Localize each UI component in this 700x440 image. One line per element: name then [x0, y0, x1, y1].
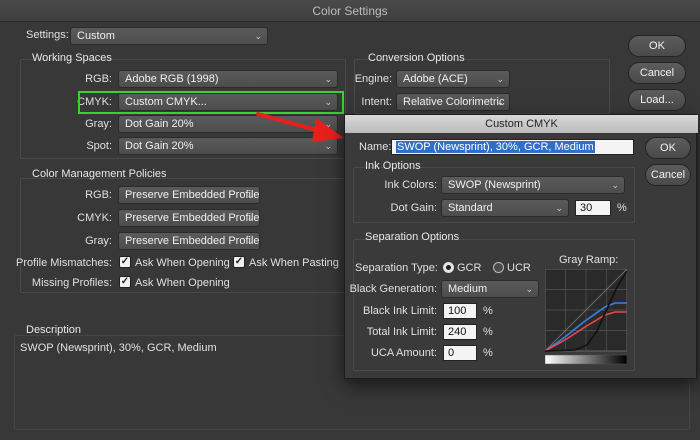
intent-label: Intent: [361, 96, 392, 108]
engine-value: Adobe (ACE) [403, 73, 468, 85]
ask-when-opening-missing-label: Ask When Opening [135, 277, 230, 289]
ask-when-opening-mismatch-checkbox[interactable]: ✓ [119, 256, 131, 268]
window-title: Color Settings [312, 4, 388, 18]
rgb-working-space-value: Adobe RGB (1998) [125, 73, 219, 85]
description-text: SWOP (Newsprint), 30%, GCR, Medium [20, 342, 217, 354]
policy-rgb-value: Preserve Embedded Profiles [125, 189, 260, 201]
gcr-label: GCR [457, 262, 482, 274]
spot-working-space-value: Dot Gain 20% [125, 140, 194, 152]
black-generation-label: Black Generation: [349, 283, 437, 295]
policy-gray-select[interactable]: Preserve Embedded Profiles ⌄ [118, 232, 260, 250]
uca-amount-percent: % [483, 347, 493, 359]
chevron-down-icon: ⌄ [246, 236, 254, 246]
gray-ramp-graph [545, 269, 627, 365]
conversion-options-title: Conversion Options [368, 52, 465, 64]
ask-when-opening-missing-checkbox[interactable]: ✓ [119, 276, 131, 288]
load-button[interactable]: Load... [628, 89, 686, 111]
total-ink-limit-input[interactable]: 240 [443, 324, 477, 340]
ask-when-pasting-checkbox[interactable]: ✓ [233, 256, 245, 268]
ask-when-pasting-label: Ask When Pasting [249, 257, 339, 269]
description-title: Description [26, 324, 82, 336]
policy-cmyk-value: Preserve Embedded Profiles [125, 212, 260, 224]
ok-button[interactable]: OK [628, 35, 686, 57]
intent-value: Relative Colorimetric [403, 96, 505, 108]
name-input-value: SWOP (Newsprint), 30%, GCR, Medium [396, 141, 595, 153]
chevron-down-icon: ⌄ [555, 203, 563, 213]
black-ink-limit-label: Black Ink Limit: [363, 305, 437, 317]
uca-amount-label: UCA Amount: [370, 347, 437, 359]
chevron-down-icon: ⌄ [496, 74, 504, 84]
dot-gain-percent: % [617, 202, 627, 214]
settings-select[interactable]: Custom ⌄ [70, 27, 268, 45]
policy-rgb-label: RGB: [85, 189, 112, 201]
rgb-label: RGB: [85, 73, 112, 85]
dot-gain-select[interactable]: Standard ⌄ [441, 199, 569, 217]
dot-gain-value: Standard [448, 202, 493, 214]
missing-profiles-label: Missing Profiles: [31, 277, 112, 289]
settings-value: Custom [77, 30, 115, 42]
window-title-bar: Color Settings [0, 0, 700, 22]
working-spaces-title: Working Spaces [32, 52, 112, 64]
dot-gain-label: Dot Gain: [390, 202, 437, 214]
chevron-down-icon: ⌄ [254, 31, 262, 41]
ucr-radio[interactable] [493, 262, 504, 273]
cancel-button[interactable]: Cancel [628, 62, 686, 84]
policy-gray-value: Preserve Embedded Profiles [125, 235, 260, 247]
gray-label: Gray: [85, 118, 112, 130]
ink-colors-label: Ink Colors: [384, 179, 437, 191]
dot-gain-amount-input[interactable]: 30 [575, 200, 611, 216]
policy-rgb-select[interactable]: Preserve Embedded Profiles ⌄ [118, 186, 260, 204]
uca-amount-input[interactable]: 0 [443, 345, 477, 361]
ink-options-title: Ink Options [365, 160, 421, 172]
chevron-down-icon: ⌄ [525, 284, 533, 294]
total-ink-limit-label: Total Ink Limit: [366, 326, 437, 338]
separation-options-title: Separation Options [365, 231, 460, 243]
custom-cmyk-title: Custom CMYK [345, 115, 698, 133]
red-arrow-icon [256, 112, 344, 142]
settings-label: Settings: [26, 29, 69, 41]
custom-cmyk-cancel-button[interactable]: Cancel [645, 164, 691, 186]
rgb-working-space-select[interactable]: Adobe RGB (1998) ⌄ [118, 70, 338, 88]
chevron-down-icon: ⌄ [246, 213, 254, 223]
ask-when-opening-mismatch-label: Ask When Opening [135, 257, 230, 269]
gcr-radio[interactable] [443, 262, 454, 273]
black-ink-limit-percent: % [483, 305, 493, 317]
name-label: Name: [359, 141, 392, 153]
ink-colors-value: SWOP (Newsprint) [448, 179, 541, 191]
chevron-down-icon: ⌄ [611, 180, 619, 190]
spot-label: Spot: [86, 140, 112, 152]
policy-cmyk-select[interactable]: Preserve Embedded Profiles ⌄ [118, 209, 260, 227]
chevron-down-icon: ⌄ [246, 190, 254, 200]
custom-cmyk-ok-button[interactable]: OK [645, 137, 691, 159]
ink-colors-select[interactable]: SWOP (Newsprint) ⌄ [441, 176, 625, 194]
name-input[interactable]: SWOP (Newsprint), 30%, GCR, Medium [391, 139, 634, 155]
intent-select[interactable]: Relative Colorimetric ⌄ [396, 93, 510, 111]
gray-working-space-value: Dot Gain 20% [125, 118, 194, 130]
black-ink-limit-input[interactable]: 100 [443, 303, 477, 319]
black-generation-select[interactable]: Medium ⌄ [441, 280, 539, 298]
total-ink-limit-percent: % [483, 326, 493, 338]
black-generation-value: Medium [448, 283, 488, 295]
policy-cmyk-label: CMYK: [77, 212, 112, 224]
chevron-down-icon: ⌄ [496, 97, 504, 107]
policy-gray-label: Gray: [85, 235, 112, 247]
profile-mismatches-label: Profile Mismatches: [16, 257, 112, 269]
separation-type-label: Separation Type: [355, 262, 438, 274]
ucr-label: UCR [507, 262, 531, 274]
custom-cmyk-dialog: Custom CMYK Name: SWOP (Newsprint), 30%,… [344, 114, 698, 379]
gray-ramp-label: Gray Ramp: [559, 254, 619, 266]
color-management-policies-title: Color Management Policies [32, 168, 167, 180]
engine-label: Engine: [354, 73, 392, 85]
chevron-down-icon: ⌄ [324, 74, 332, 84]
engine-select[interactable]: Adobe (ACE) ⌄ [396, 70, 510, 88]
